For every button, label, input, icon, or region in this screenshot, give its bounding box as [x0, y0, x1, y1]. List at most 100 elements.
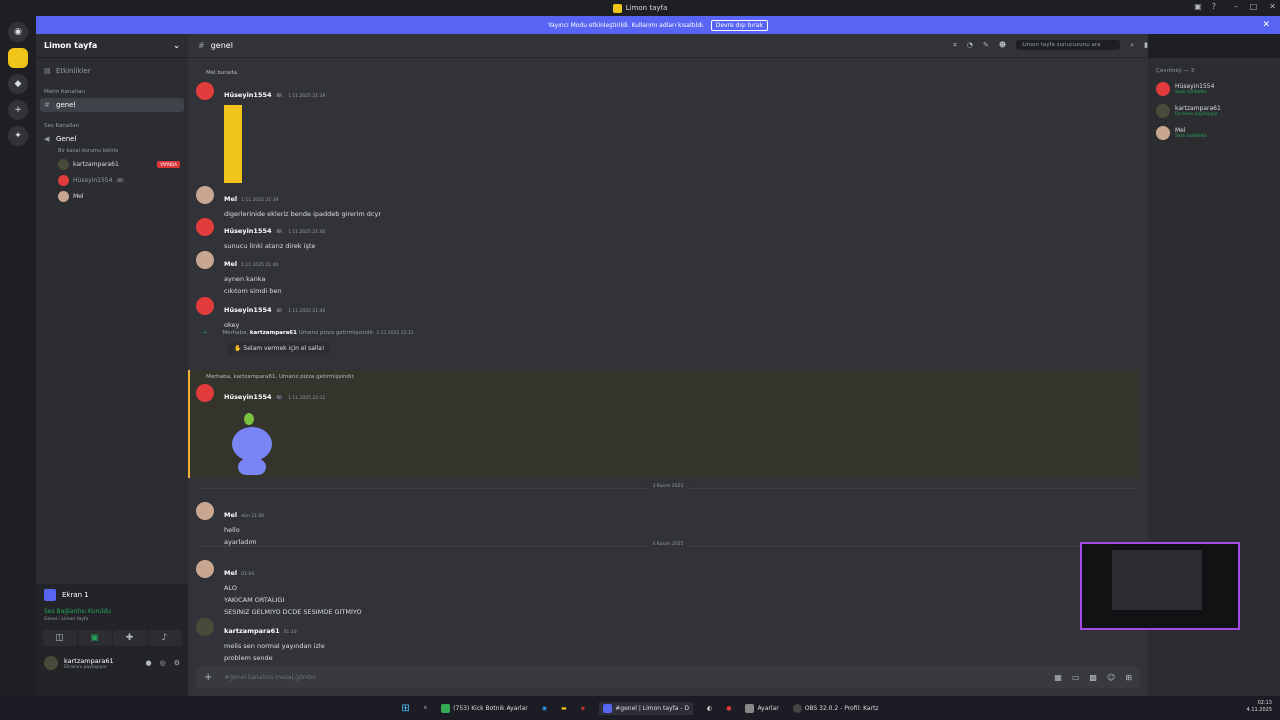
search-icon[interactable]: ⌕: [1130, 41, 1134, 50]
emoji-icon[interactable]: ☺: [1107, 673, 1115, 682]
channel-genel[interactable]: # genel: [40, 98, 184, 112]
sticker-icon[interactable]: ▩: [1089, 673, 1097, 682]
maximize-button[interactable]: □: [1250, 2, 1258, 11]
gift-icon[interactable]: ▦: [1054, 673, 1062, 682]
voice-channel-genel[interactable]: ◀ Genel: [36, 132, 188, 146]
message-text: problem sende: [224, 654, 273, 662]
timestamp: 1.11.2025 22:12: [376, 331, 414, 336]
pin-icon[interactable]: ✎: [983, 41, 989, 49]
attached-image[interactable]: [224, 105, 242, 183]
author[interactable]: kartzampara61: [224, 627, 280, 635]
avatar[interactable]: [196, 297, 214, 315]
reply-preview[interactable]: Merhaba, kartzampara61. Umarız pizza get…: [206, 374, 355, 380]
clock-date: 4.11.2025: [1246, 707, 1272, 713]
system-clock[interactable]: 02:13 4.11.2025: [1247, 700, 1272, 714]
wumpus-sticker[interactable]: [224, 413, 280, 481]
app-icon[interactable]: ◐: [707, 705, 712, 712]
system-user[interactable]: kartzampara61: [250, 330, 297, 336]
edge-icon[interactable]: ◉: [542, 705, 547, 712]
members-icon[interactable]: ☻: [999, 41, 1006, 49]
timestamp: dün 21:00: [241, 514, 265, 519]
avatar[interactable]: [196, 218, 214, 236]
author[interactable]: Hüseyin1554: [224, 393, 272, 401]
taskbar-label: (753) Kick Botnik Ayarlar: [453, 704, 528, 712]
bell-icon[interactable]: ◔: [967, 41, 973, 49]
voice-user[interactable]: Mel: [36, 188, 188, 204]
screen-share-button[interactable]: ▣: [77, 630, 112, 646]
app-icon[interactable]: ●: [726, 705, 731, 712]
author[interactable]: Hüseyin1554: [224, 91, 272, 99]
reply-preview[interactable]: Mel burada.: [206, 70, 239, 76]
message: Mel 1.11.2025 21:39 digerlerinide ekleriz…: [196, 186, 381, 220]
member-item[interactable]: kartzampara61 Ekranını paylaşıyor: [1148, 100, 1280, 122]
help-icon[interactable]: ?: [1212, 2, 1216, 11]
threads-icon[interactable]: ⌗: [953, 41, 957, 50]
camera-off-button[interactable]: ◫: [42, 630, 77, 646]
start-icon[interactable]: ⊞: [401, 703, 409, 714]
user-status: Ekranını paylaşıyor: [64, 664, 107, 670]
avatar[interactable]: [196, 82, 214, 100]
search-input[interactable]: Limon tayfa sunucusunu ara: [1016, 40, 1121, 50]
system-prefix: Merhaba,: [222, 330, 249, 336]
avatar[interactable]: [196, 618, 214, 636]
streamer-mode-banner: Yayıncı Modu etkinleştirildi. Kullanmı a…: [36, 16, 1280, 34]
avatar[interactable]: [196, 251, 214, 269]
discover-icon[interactable]: ✦: [8, 126, 28, 146]
taskbar-item[interactable]: Ayarlar: [745, 703, 779, 713]
avatar[interactable]: [196, 560, 214, 578]
settings-gear-icon[interactable]: ⚙: [174, 659, 180, 667]
author[interactable]: Hüseyin1554: [224, 306, 272, 314]
avatar[interactable]: [196, 186, 214, 204]
screen-share-preview[interactable]: [1080, 542, 1240, 630]
folder-icon[interactable]: ▬: [561, 705, 567, 712]
apps-icon[interactable]: ⊞: [1125, 673, 1132, 682]
search-icon[interactable]: ⌕: [424, 704, 427, 712]
attach-plus-icon[interactable]: +: [204, 672, 212, 683]
taskbar-label: Ayarlar: [757, 704, 779, 712]
avatar[interactable]: [196, 384, 214, 402]
author[interactable]: Hüseyin1554: [224, 227, 272, 235]
soundboard-button[interactable]: ♪: [147, 630, 182, 646]
member-name: kartzampara61: [1175, 105, 1221, 112]
events-item[interactable]: ▤ Etkinlikler: [36, 64, 188, 78]
author[interactable]: Mel: [224, 569, 237, 577]
voice-category[interactable]: Ses Kanalları: [36, 120, 188, 132]
screen-share-row[interactable]: Ekran 1: [36, 584, 188, 606]
member-item[interactable]: Mel Sesli sohbette: [1148, 122, 1280, 144]
member-item[interactable]: Hüseyin1554 Sesli sohbette: [1148, 78, 1280, 100]
current-user[interactable]: kartzampara61 Ekranını paylaşıyor ● ◎ ⚙: [36, 650, 188, 676]
timestamp: 1.11.2025 22:12: [288, 396, 326, 401]
voice-user[interactable]: Hüseyin1554 RR: [36, 172, 188, 188]
microphone-icon[interactable]: ●: [146, 659, 152, 667]
author[interactable]: Mel: [224, 260, 237, 268]
app-icon[interactable]: ◈: [581, 705, 586, 712]
guild-header[interactable]: Limon tayfa ⌄: [36, 34, 188, 58]
home-button[interactable]: ◉: [8, 22, 28, 42]
close-window-button[interactable]: ✕: [1269, 2, 1276, 11]
guild-name: Limon tayfa: [44, 41, 98, 50]
message-input[interactable]: + #genel kanalına mesaj gönder ▦ ▭ ▩ ☺ ⊞: [196, 666, 1140, 688]
avatar[interactable]: [196, 502, 214, 520]
server-limon-tayfa[interactable]: [8, 48, 28, 68]
wave-button[interactable]: ✋ Selam vermek için el salla!: [228, 342, 331, 355]
add-server-icon[interactable]: +: [8, 100, 28, 120]
voice-connected-text[interactable]: Ses Bağlantısı Kuruldu: [36, 606, 188, 617]
taskbar-item[interactable]: (753) Kick Botnik Ayarlar: [441, 703, 528, 713]
activities-button[interactable]: ✚: [112, 630, 147, 646]
voice-user[interactable]: kartzampara61 YAYINDA: [36, 156, 188, 172]
inbox-icon[interactable]: ▮: [1144, 41, 1148, 49]
text-category[interactable]: Metin Kanalları: [36, 86, 188, 98]
gif-icon[interactable]: ▭: [1072, 673, 1080, 682]
minimize-button[interactable]: –: [1234, 2, 1238, 11]
server-icon[interactable]: ◆: [8, 74, 28, 94]
disable-streamer-mode-button[interactable]: Devre dışı bırak: [710, 19, 768, 31]
server-rail: ◉ ◆ + ✦: [0, 16, 36, 696]
taskbar-item[interactable]: #genel | Limon tayfa - D: [599, 701, 693, 715]
banner-close-icon[interactable]: ✕: [1262, 20, 1270, 30]
author[interactable]: Mel: [224, 511, 237, 519]
author[interactable]: Mel: [224, 195, 237, 203]
taskbar-item[interactable]: OBS 32.0.2 - Profil: Kartz: [792, 703, 879, 713]
voice-status[interactable]: Bir kanal durumu belirle: [36, 146, 188, 156]
headphones-icon[interactable]: ◎: [160, 659, 166, 667]
inbox-icon[interactable]: ▣: [1194, 2, 1202, 11]
